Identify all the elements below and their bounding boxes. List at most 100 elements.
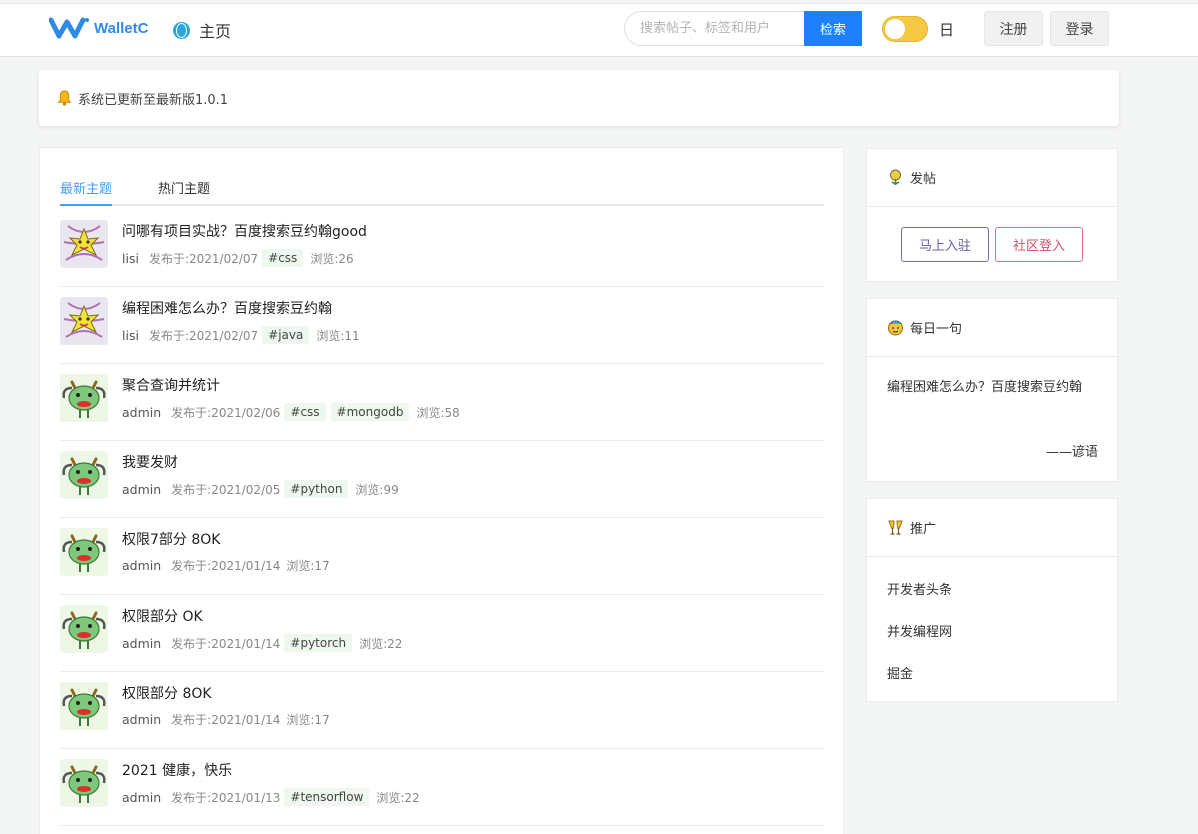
post-title[interactable]: 权限部分 OK — [122, 606, 203, 626]
post-tag[interactable]: #mongodb — [330, 403, 410, 421]
post-date: 发布于:2021/02/07 — [148, 328, 259, 343]
avatar[interactable] — [60, 682, 108, 730]
post-row[interactable]: 我要发财 admin 发布于:2021/02/05 #python 浏览:99 — [60, 441, 824, 518]
post-tag[interactable]: #python — [284, 480, 349, 498]
post-date: 发布于:2021/02/06 — [171, 405, 281, 420]
post-views: 浏览:11 — [316, 328, 360, 343]
post-meta: admin 发布于:2021/01/13 #tensorflow 浏览:22 — [122, 788, 420, 806]
post-title[interactable]: 2021 健康，快乐 — [122, 760, 232, 780]
post-row[interactable]: 权限7部分 8OK admin 发布于:2021/01/14 浏览:17 — [60, 518, 824, 595]
post-views: 浏览:26 — [310, 251, 354, 266]
post-author[interactable]: lisi — [122, 328, 139, 343]
avatar[interactable] — [60, 374, 108, 422]
daily-quote-card: 每日一句 编程困难怎么办？百度搜索豆约翰 ——谚语 — [866, 298, 1118, 482]
post-meta: admin 发布于:2021/01/14 浏览:17 — [122, 711, 330, 728]
post-row[interactable]: 权限部分 8OK admin 发布于:2021/01/14 浏览:17 — [60, 672, 824, 749]
daily-card-header: 每日一句 — [867, 299, 1117, 357]
post-tag[interactable]: #css — [284, 403, 326, 421]
post-meta: admin 发布于:2021/01/14 浏览:17 — [122, 557, 330, 574]
tab-hot[interactable]: 热门主题 — [158, 178, 210, 206]
post-author[interactable]: admin — [122, 636, 161, 651]
avatar[interactable] — [60, 451, 108, 499]
join-button[interactable]: 马上入驻 — [901, 227, 989, 262]
theme-toggle[interactable] — [882, 16, 928, 42]
avatar[interactable] — [60, 605, 108, 653]
post-views: 浏览:22 — [359, 636, 403, 651]
post-title[interactable]: 聚合查询并统计 — [122, 375, 220, 395]
post-meta: admin 发布于:2021/02/06 #css #mongodb 浏览:58 — [122, 403, 460, 421]
post-meta: lisi 发布于:2021/02/07 #java 浏览:11 — [122, 326, 360, 344]
post-card-title: 发帖 — [910, 172, 937, 187]
post-row[interactable]: 聚合查询并统计 admin 发布于:2021/02/06 #css #mongodb 浏览… — [60, 364, 824, 441]
post-tag[interactable]: #java — [262, 326, 310, 344]
post-date: 发布于:2021/01/14 — [171, 713, 281, 727]
post-author[interactable]: admin — [122, 558, 161, 573]
topic-list-panel: 最新主题 热门主题 问哪有项目实战？百度搜索豆约翰good lisi 发布于:202… — [39, 147, 844, 834]
login-button[interactable]: 登录 — [1050, 11, 1109, 46]
system-notice: 系统已更新至最新版1.0.1 — [39, 70, 1119, 126]
post-author[interactable]: admin — [122, 482, 161, 497]
post-row[interactable]: 问哪有项目实战？百度搜索豆约翰good lisi 发布于:2021/02/07 #cs… — [60, 210, 824, 287]
daily-quote-text: 编程困难怎么办？百度搜索豆约翰 — [887, 380, 1083, 395]
post-card: 发帖 马上入驻 社区登入 — [866, 148, 1118, 282]
bell-icon — [57, 90, 72, 106]
cheers-icon — [888, 520, 903, 535]
notice-text: 系统已更新至最新版1.0.1 — [78, 92, 229, 108]
nav-home[interactable]: 主页 — [173, 18, 231, 42]
post-author[interactable]: lisi — [122, 251, 139, 266]
daily-card-title: 每日一句 — [910, 322, 963, 337]
daily-quote-source: ——谚语 — [1045, 445, 1098, 460]
post-tag[interactable]: #pytorch — [284, 634, 353, 652]
promotion-card: 推广 开发者头条 并发编程网 掘金 — [866, 498, 1118, 702]
promo-link-devtoutiao[interactable]: 开发者头条 — [887, 579, 952, 598]
emoji-face-icon — [888, 320, 903, 336]
promo-link-ifeve[interactable]: 并发编程网 — [887, 621, 952, 640]
post-author[interactable]: admin — [122, 790, 161, 805]
post-meta: admin 发布于:2021/02/05 #python 浏览:99 — [122, 480, 399, 498]
promo-link-juejin[interactable]: 掘金 — [887, 663, 913, 682]
post-tag[interactable]: #css — [262, 249, 304, 267]
post-views: 浏览:99 — [355, 482, 399, 497]
post-card-header: 发帖 — [867, 149, 1117, 207]
promo-card-title: 推广 — [910, 522, 937, 537]
post-date: 发布于:2021/02/05 — [171, 482, 281, 497]
post-meta: admin 发布于:2021/01/14 #pytorch 浏览:22 — [122, 634, 402, 652]
community-login-button[interactable]: 社区登入 — [995, 227, 1083, 262]
post-author[interactable]: admin — [122, 405, 161, 420]
post-views: 浏览:17 — [286, 713, 330, 727]
post-title[interactable]: 我要发财 — [122, 452, 178, 472]
post-title[interactable]: 权限7部分 8OK — [122, 529, 220, 549]
toggle-knob — [885, 19, 905, 39]
logo-wave-icon — [49, 17, 89, 39]
post-date: 发布于:2021/01/14 — [171, 636, 281, 651]
post-title[interactable]: 问哪有项目实战？百度搜索豆约翰good — [122, 221, 367, 241]
post-author[interactable]: admin — [122, 712, 161, 727]
promo-card-header: 推广 — [867, 499, 1117, 557]
avatar[interactable] — [60, 297, 108, 345]
post-row[interactable]: 权限部分 OK admin 发布于:2021/01/14 #pytorch 浏览:22 — [60, 595, 824, 672]
post-tag[interactable]: #tensorflow — [284, 788, 370, 806]
search-input[interactable] — [624, 11, 806, 46]
post-meta: lisi 发布于:2021/02/07 #css 浏览:26 — [122, 249, 354, 267]
theme-label: 日 — [939, 21, 955, 39]
top-navbar: WalletC 主页 检索 日 注册 登录 — [0, 3, 1198, 57]
post-row[interactable]: 编程困难怎么办？百度搜索豆约翰 lisi 发布于:2021/02/07 #java 浏览… — [60, 287, 824, 364]
post-date: 发布于:2021/01/13 — [171, 790, 281, 805]
register-button[interactable]: 注册 — [984, 11, 1043, 46]
topic-tabs: 最新主题 热门主题 — [60, 170, 824, 206]
globe-icon — [173, 21, 190, 39]
avatar[interactable] — [60, 220, 108, 268]
avatar[interactable] — [60, 759, 108, 807]
search-button[interactable]: 检索 — [804, 11, 862, 46]
tab-latest[interactable]: 最新主题 — [60, 178, 113, 206]
post-row[interactable]: 2021 健康，快乐 admin 发布于:2021/01/13 #tensorflow… — [60, 749, 824, 826]
post-title[interactable]: 权限部分 8OK — [122, 683, 212, 703]
avatar[interactable] — [60, 528, 108, 576]
post-title[interactable]: 编程困难怎么办？百度搜索豆约翰 — [122, 298, 332, 318]
logo[interactable]: WalletC — [49, 13, 148, 43]
search-bar: 检索 — [624, 11, 862, 46]
nav-home-label: 主页 — [199, 22, 232, 41]
logo-text: WalletC — [94, 19, 149, 37]
flower-icon — [890, 169, 901, 185]
post-views: 浏览:58 — [416, 405, 460, 420]
